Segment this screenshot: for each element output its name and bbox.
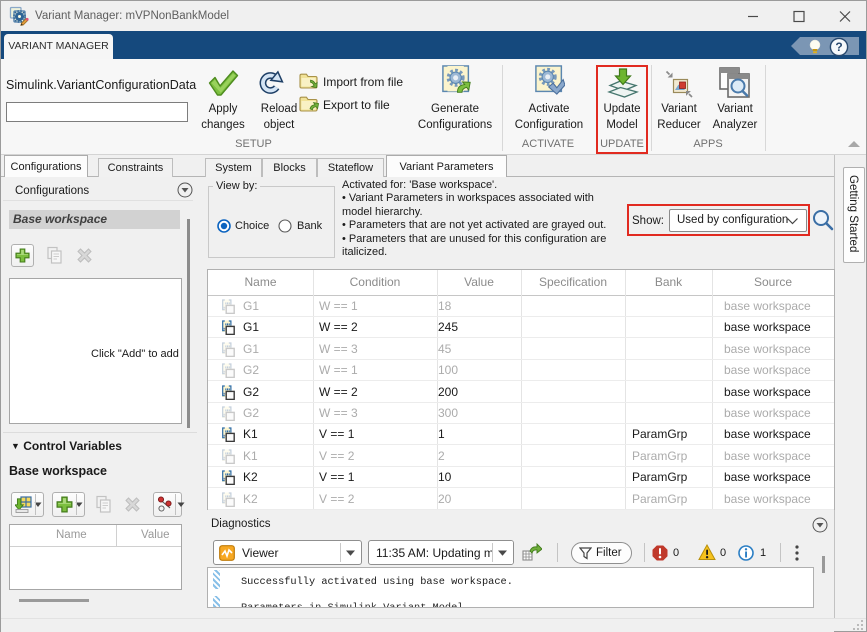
svg-text:?: ? (835, 40, 842, 54)
